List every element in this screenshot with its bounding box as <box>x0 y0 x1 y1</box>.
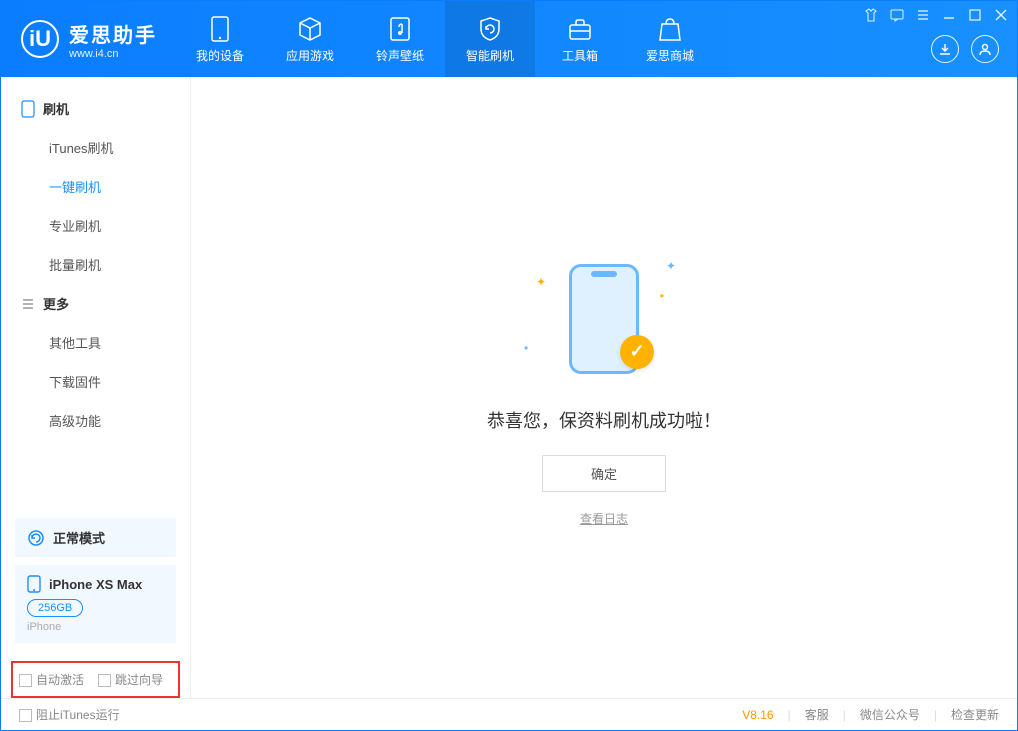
phone-icon <box>206 15 234 43</box>
mode-box[interactable]: 正常模式 <box>15 518 176 557</box>
highlighted-options: 自动激活 跳过向导 <box>11 661 180 698</box>
logo-icon: iU <box>21 20 59 58</box>
app-window: iU 爱思助手 www.i4.cn 我的设备 应用游戏 铃声壁纸 智能刷机 <box>0 0 1018 731</box>
nav-label: 工具箱 <box>562 47 598 64</box>
footer: 阻止iTunes运行 V8.16 | 客服 | 微信公众号 | 检查更新 <box>1 698 1017 730</box>
nav-label: 爱思商城 <box>646 47 694 64</box>
nav-label: 铃声壁纸 <box>376 47 424 64</box>
main-nav: 我的设备 应用游戏 铃声壁纸 智能刷机 工具箱 爱思商城 <box>175 1 715 77</box>
checkbox-icon <box>98 674 111 687</box>
device-type: iPhone <box>27 621 164 633</box>
device-storage: 256GB <box>27 599 83 617</box>
device-name: iPhone XS Max <box>49 577 142 592</box>
auto-activate-label: 自动激活 <box>36 673 84 687</box>
nav-flash[interactable]: 智能刷机 <box>445 1 535 77</box>
titlebar-controls <box>863 7 1009 23</box>
toolbox-icon <box>566 15 594 43</box>
nav-apps[interactable]: 应用游戏 <box>265 1 355 77</box>
main-content: ✦ ✦ • • ✓ 恭喜您，保资料刷机成功啦！ 确定 查看日志 <box>191 77 1017 698</box>
phone-outline-icon <box>21 100 35 118</box>
check-badge-icon: ✓ <box>620 335 654 369</box>
user-icon[interactable] <box>971 35 999 63</box>
device-icon <box>27 575 41 593</box>
check-update-link[interactable]: 检查更新 <box>951 706 999 723</box>
sidebar-item-download-fw[interactable]: 下载固件 <box>1 362 190 401</box>
app-title: 爱思助手 <box>69 19 157 48</box>
success-illustration: ✦ ✦ • • ✓ <box>514 249 694 389</box>
mode-label: 正常模式 <box>53 528 105 547</box>
sidebar-scroll: 刷机 iTunes刷机 一键刷机 专业刷机 批量刷机 更多 其他工具 下载固件 … <box>1 77 190 510</box>
list-icon <box>21 297 35 311</box>
sparkle-icon: ✦ <box>666 259 676 273</box>
maximize-icon[interactable] <box>967 7 983 23</box>
footer-left: 阻止iTunes运行 <box>19 706 120 723</box>
body: 刷机 iTunes刷机 一键刷机 专业刷机 批量刷机 更多 其他工具 下载固件 … <box>1 77 1017 698</box>
nav-my-device[interactable]: 我的设备 <box>175 1 265 77</box>
group-title: 更多 <box>43 294 69 313</box>
sidebar-item-oneclick-flash[interactable]: 一键刷机 <box>1 167 190 206</box>
sparkle-icon: • <box>660 289 664 303</box>
nav-ringtones[interactable]: 铃声壁纸 <box>355 1 445 77</box>
success-message: 恭喜您，保资料刷机成功啦！ <box>487 407 721 433</box>
nav-label: 我的设备 <box>196 47 244 64</box>
sidebar-item-batch-flash[interactable]: 批量刷机 <box>1 245 190 284</box>
separator: | <box>843 708 846 722</box>
nav-toolbox[interactable]: 工具箱 <box>535 1 625 77</box>
tshirt-icon[interactable] <box>863 7 879 23</box>
sidebar-group-more[interactable]: 更多 <box>1 284 190 323</box>
close-icon[interactable] <box>993 7 1009 23</box>
nav-store[interactable]: 爱思商城 <box>625 1 715 77</box>
sidebar-item-other-tools[interactable]: 其他工具 <box>1 323 190 362</box>
version-label: V8.16 <box>742 708 773 722</box>
view-log-link[interactable]: 查看日志 <box>580 510 628 527</box>
app-subtitle: www.i4.cn <box>69 48 157 60</box>
nav-label: 应用游戏 <box>286 47 334 64</box>
menu-icon[interactable] <box>915 7 931 23</box>
skip-guide-label: 跳过向导 <box>115 673 163 687</box>
download-icon[interactable] <box>931 35 959 63</box>
sidebar-item-pro-flash[interactable]: 专业刷机 <box>1 206 190 245</box>
wechat-link[interactable]: 微信公众号 <box>860 706 920 723</box>
checkbox-icon <box>19 709 32 722</box>
separator: | <box>788 708 791 722</box>
sparkle-icon: • <box>524 341 528 355</box>
checkbox-icon <box>19 674 32 687</box>
separator: | <box>934 708 937 722</box>
logo: iU 爱思助手 www.i4.cn <box>1 19 175 60</box>
device-box[interactable]: iPhone XS Max 256GB iPhone <box>15 565 176 643</box>
group-title: 刷机 <box>43 99 69 118</box>
cube-icon <box>296 15 324 43</box>
support-link[interactable]: 客服 <box>805 706 829 723</box>
nav-label: 智能刷机 <box>466 47 514 64</box>
refresh-icon <box>27 529 45 547</box>
sidebar-item-advanced[interactable]: 高级功能 <box>1 401 190 440</box>
sidebar: 刷机 iTunes刷机 一键刷机 专业刷机 批量刷机 更多 其他工具 下载固件 … <box>1 77 191 698</box>
skip-guide-checkbox[interactable]: 跳过向导 <box>98 671 163 688</box>
sidebar-item-itunes-flash[interactable]: iTunes刷机 <box>1 128 190 167</box>
block-itunes-checkbox[interactable]: 阻止iTunes运行 <box>19 706 120 723</box>
feedback-icon[interactable] <box>889 7 905 23</box>
logo-text: 爱思助手 www.i4.cn <box>69 19 157 60</box>
sparkle-icon: ✦ <box>536 275 546 289</box>
auto-activate-checkbox[interactable]: 自动激活 <box>19 671 84 688</box>
header: iU 爱思助手 www.i4.cn 我的设备 应用游戏 铃声壁纸 智能刷机 <box>1 1 1017 77</box>
shield-refresh-icon <box>476 15 504 43</box>
footer-right: V8.16 | 客服 | 微信公众号 | 检查更新 <box>742 706 999 723</box>
header-right <box>931 35 999 63</box>
block-itunes-label: 阻止iTunes运行 <box>36 708 120 722</box>
bag-icon <box>656 15 684 43</box>
sidebar-group-flash[interactable]: 刷机 <box>1 89 190 128</box>
ok-button[interactable]: 确定 <box>542 455 666 492</box>
minimize-icon[interactable] <box>941 7 957 23</box>
music-icon <box>386 15 414 43</box>
